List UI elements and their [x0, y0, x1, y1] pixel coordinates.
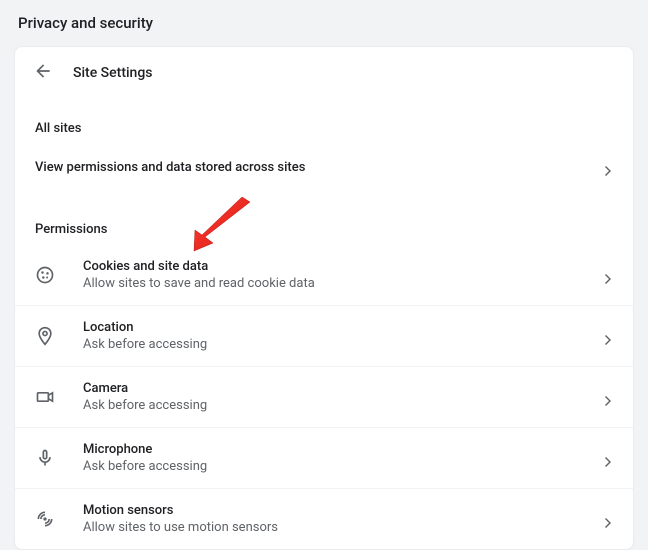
chevron-right-icon [605, 513, 613, 525]
chevron-right-icon [605, 452, 613, 464]
section-heading-all-sites: All sites [15, 95, 633, 144]
arrow-left-icon [33, 61, 53, 85]
card-header: Site Settings [15, 47, 633, 95]
header-title: Site Settings [73, 65, 153, 81]
row-title: Microphone [83, 442, 605, 457]
cookie-icon [35, 265, 55, 285]
location-icon [35, 326, 55, 346]
row-title: Cookies and site data [83, 259, 605, 274]
all-sites-row[interactable]: View permissions and data stored across … [15, 144, 633, 196]
row-subtitle: Allow sites to use motion sensors [83, 520, 605, 535]
motion-sensors-icon [35, 509, 55, 529]
row-title: View permissions and data stored across … [35, 160, 605, 175]
permission-row-location[interactable]: Location Ask before accessing [15, 305, 633, 366]
permission-row-microphone[interactable]: Microphone Ask before accessing [15, 427, 633, 488]
permission-row-motion-sensors[interactable]: Motion sensors Allow sites to use motion… [15, 488, 633, 549]
row-subtitle: Ask before accessing [83, 459, 605, 474]
back-button[interactable] [31, 61, 55, 85]
camera-icon [35, 387, 55, 407]
section-heading-permissions: Permissions [15, 196, 633, 245]
chevron-right-icon [605, 391, 613, 403]
permission-row-cookies[interactable]: Cookies and site data Allow sites to sav… [15, 245, 633, 305]
row-title: Location [83, 320, 605, 335]
chevron-right-icon [605, 161, 613, 173]
site-settings-card: Site Settings All sites View permissions… [14, 46, 634, 550]
chevron-right-icon [605, 269, 613, 281]
row-title: Camera [83, 381, 605, 396]
microphone-icon [35, 448, 55, 468]
permission-row-camera[interactable]: Camera Ask before accessing [15, 366, 633, 427]
row-subtitle: Ask before accessing [83, 398, 605, 413]
row-subtitle: Ask before accessing [83, 337, 605, 352]
row-title: Motion sensors [83, 503, 605, 518]
chevron-right-icon [605, 330, 613, 342]
row-subtitle: Allow sites to save and read cookie data [83, 276, 605, 291]
page-title: Privacy and security [0, 0, 648, 46]
